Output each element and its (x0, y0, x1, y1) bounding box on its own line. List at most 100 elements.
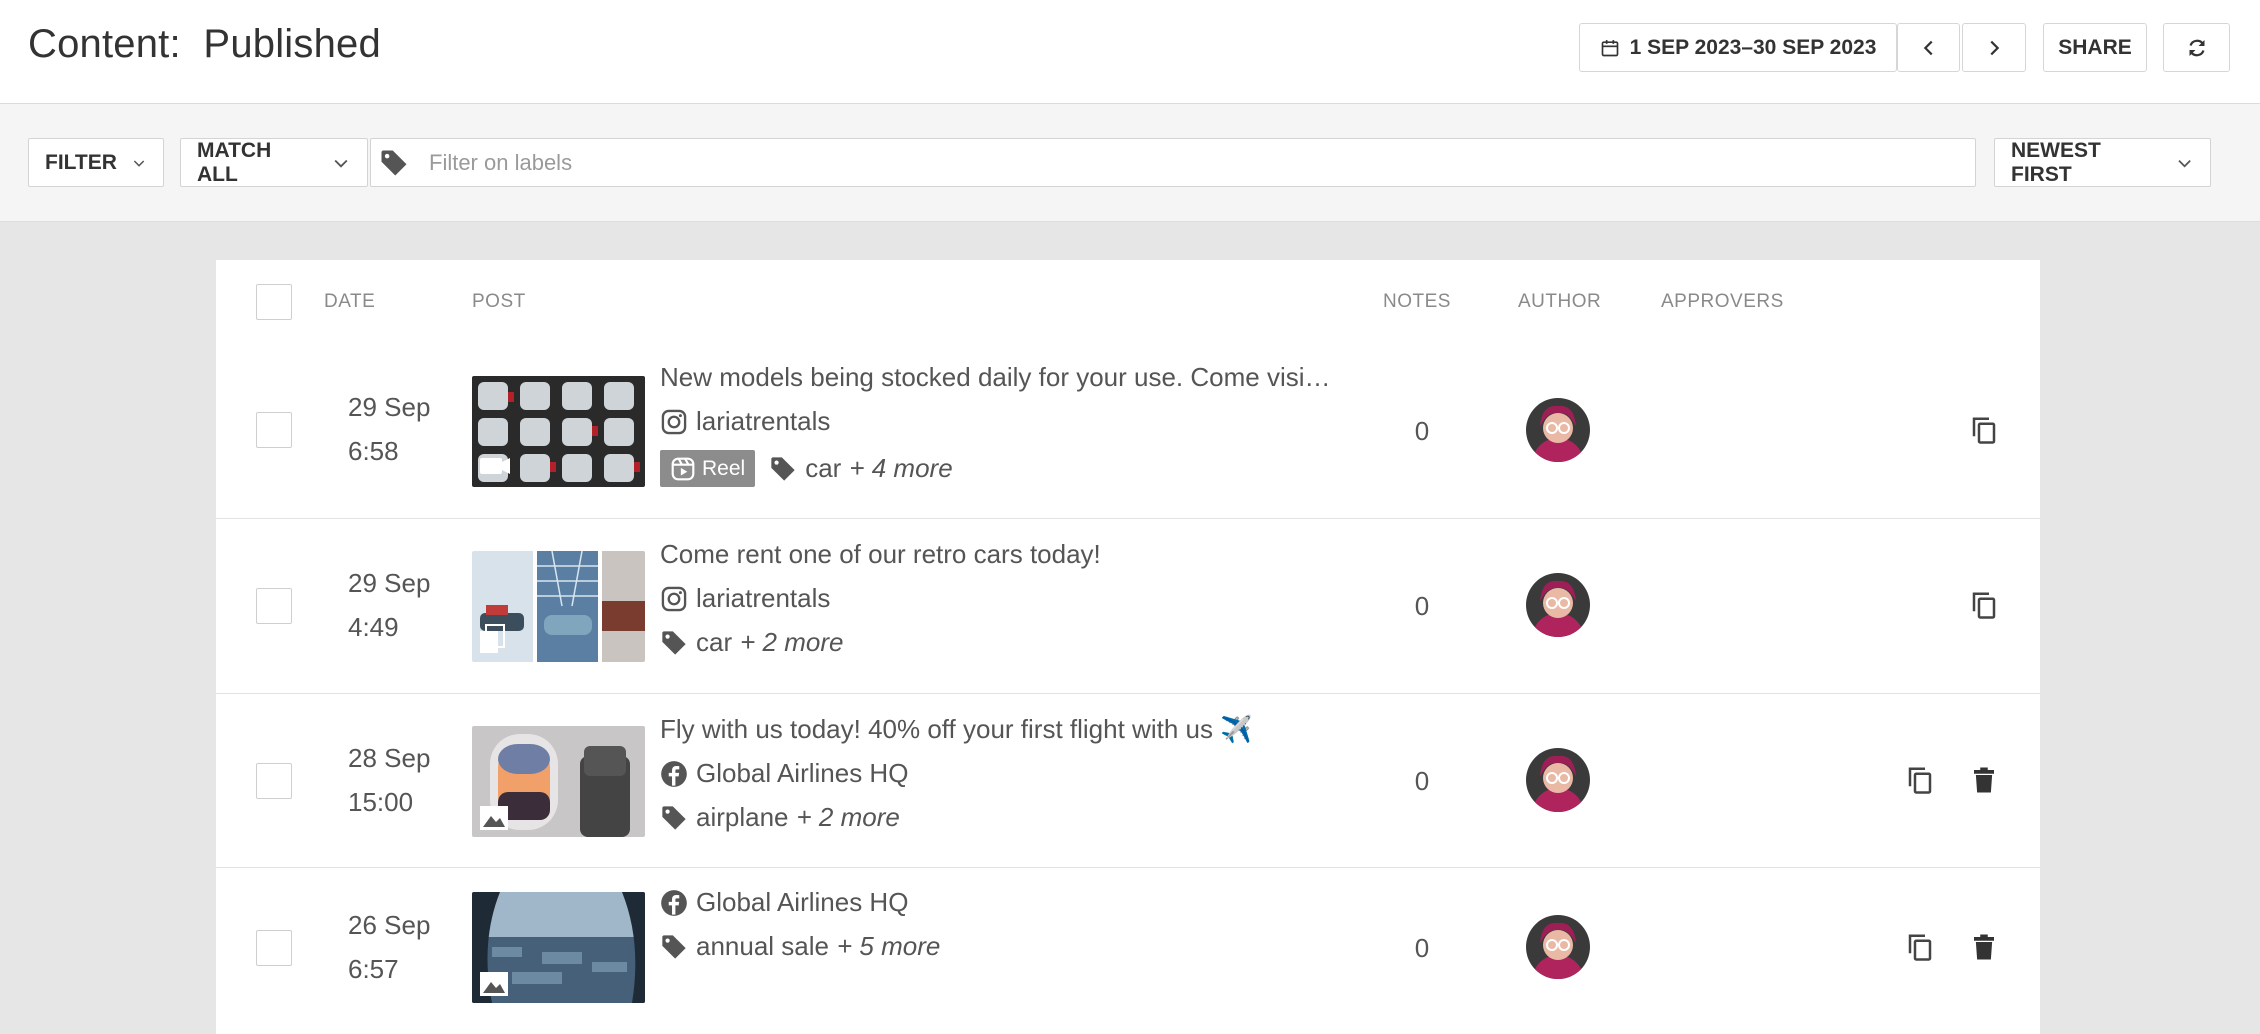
select-all-checkbox[interactable] (256, 284, 292, 320)
post-account: Global Airlines HQ (660, 758, 908, 789)
post-date: 29 Sep (348, 392, 431, 422)
delete-button[interactable] (1966, 762, 2002, 798)
post-text-content: Come rent one of our retro cars today! (660, 539, 1101, 569)
label-name: car (696, 627, 733, 657)
sort-dropdown[interactable]: NEWEST FIRST (1994, 138, 2211, 187)
more-labels-link[interactable]: + 2 more (797, 802, 900, 833)
copy-button[interactable] (1966, 587, 2002, 623)
reel-badge: Reel (660, 450, 756, 487)
table-header: DATE POST NOTES AUTHOR APPROVERS (216, 260, 2040, 342)
image-icon (480, 972, 508, 996)
post-thumbnail[interactable] (472, 551, 645, 662)
reel-icon (671, 457, 695, 480)
more-labels-link[interactable]: + 5 more (837, 931, 940, 962)
post-text-content: Fly with us today! 40% off your first fl… (660, 714, 1253, 744)
post-labels: car + 2 more (660, 627, 843, 658)
instagram-icon (661, 409, 687, 434)
chevron-down-icon (133, 159, 145, 167)
calendar-icon (1601, 39, 1618, 56)
filter-dropdown-label: FILTER (45, 150, 117, 174)
column-header-approvers: APPROVERS (1661, 291, 1784, 312)
post-text: New models being stocked daily for your … (660, 362, 1331, 393)
post-labels: Reel car + 4 more (660, 450, 953, 487)
chevron-down-icon (334, 159, 348, 168)
copy-button[interactable] (1966, 412, 2002, 448)
chevron-down-icon (2178, 159, 2191, 167)
copy-button[interactable] (1902, 929, 1938, 965)
tag-icon (662, 934, 686, 959)
account-name: lariatrentals (696, 406, 831, 436)
match-dropdown-label: MATCH ALL (197, 138, 272, 186)
copy-icon (1908, 767, 1932, 794)
tag-icon (662, 630, 686, 655)
copy-icon (1972, 592, 1996, 619)
post-thumbnail[interactable] (472, 376, 645, 487)
post-account: lariatrentals (660, 406, 830, 437)
column-header-post: POST (472, 291, 526, 312)
table-row[interactable]: 29 Sep 4:49 Come rent one of our retro c… (216, 519, 2040, 694)
label-filter-field[interactable] (370, 138, 1976, 187)
post-time: 6:58 (348, 436, 399, 466)
post-date: 28 Sep (348, 743, 431, 773)
facebook-icon (661, 760, 687, 787)
content-table: DATE POST NOTES AUTHOR APPROVERS 29 Sep … (216, 260, 2040, 1034)
page-title: Content: Published (28, 22, 381, 66)
post-labels: annual sale + 5 more (660, 931, 940, 962)
share-button[interactable]: SHARE (2043, 23, 2147, 72)
post-thumbnail[interactable] (472, 726, 645, 837)
row-checkbox[interactable] (256, 588, 292, 624)
author-avatar[interactable] (1526, 915, 1590, 979)
row-checkbox[interactable] (256, 930, 292, 966)
post-text-content: New models being stocked daily for your … (660, 362, 1331, 392)
label-filter-input[interactable] (429, 149, 1829, 176)
notes-count: 0 (1414, 416, 1430, 446)
post-text: Come rent one of our retro cars today! (660, 539, 1101, 570)
post-thumbnail[interactable] (472, 892, 645, 1003)
row-checkbox[interactable] (256, 412, 292, 448)
label-name: annual sale (696, 931, 829, 961)
facebook-icon (661, 889, 687, 916)
table-row[interactable]: 28 Sep 15:00 Fly with us today! 40% off … (216, 694, 2040, 868)
match-all-dropdown[interactable]: MATCH ALL (180, 138, 368, 187)
refresh-button[interactable] (2163, 23, 2230, 72)
account-name: Global Airlines HQ (696, 758, 909, 788)
previous-period-button[interactable] (1897, 23, 1960, 72)
chevron-left-icon (1923, 40, 1933, 55)
chevron-right-icon (1990, 40, 2000, 55)
filter-dropdown[interactable]: FILTER (28, 138, 164, 187)
more-labels-link[interactable]: + 4 more (849, 453, 952, 484)
notes-count: 0 (1414, 591, 1430, 621)
delete-button[interactable] (1966, 929, 2002, 965)
post-time: 6:57 (348, 954, 399, 984)
tag-icon (381, 150, 407, 175)
notes-count: 0 (1414, 933, 1430, 963)
account-name: lariatrentals (696, 583, 831, 613)
table-row[interactable]: 26 Sep 6:57 Global Airlines HQ annual sa… (216, 868, 2040, 1034)
column-header-date[interactable]: DATE (324, 291, 375, 313)
author-avatar[interactable] (1526, 398, 1590, 462)
date-range-button[interactable]: 1 SEP 2023–30 SEP 2023 (1579, 23, 1897, 72)
next-period-button[interactable] (1962, 23, 2026, 72)
row-checkbox[interactable] (256, 763, 292, 799)
author-avatar[interactable] (1526, 748, 1590, 812)
post-account: lariatrentals (660, 583, 830, 614)
author-avatar[interactable] (1526, 573, 1590, 637)
copy-button[interactable] (1902, 762, 1938, 798)
tag-icon (662, 805, 686, 830)
tag-icon (771, 456, 795, 481)
copy-icon (1972, 417, 1996, 444)
post-time: 15:00 (348, 787, 414, 817)
table-row[interactable]: 29 Sep 6:58 New models being stocked dai… (216, 342, 2040, 519)
post-date: 29 Sep (348, 568, 431, 598)
more-labels-link[interactable]: + 2 more (740, 627, 843, 658)
filter-bar: FILTER MATCH ALL NEWEST FIRST (0, 104, 2260, 222)
post-account: Global Airlines HQ (660, 887, 908, 918)
post-labels: airplane + 2 more (660, 802, 900, 833)
label-name: car (805, 453, 842, 483)
trash-icon (1974, 934, 1994, 960)
column-header-notes: NOTES (1383, 291, 1451, 312)
instagram-icon (661, 586, 687, 611)
reel-badge-label: Reel (702, 456, 746, 480)
date-range-label: 1 SEP 2023–30 SEP 2023 (1629, 35, 1877, 59)
copy-icon (1908, 934, 1932, 961)
